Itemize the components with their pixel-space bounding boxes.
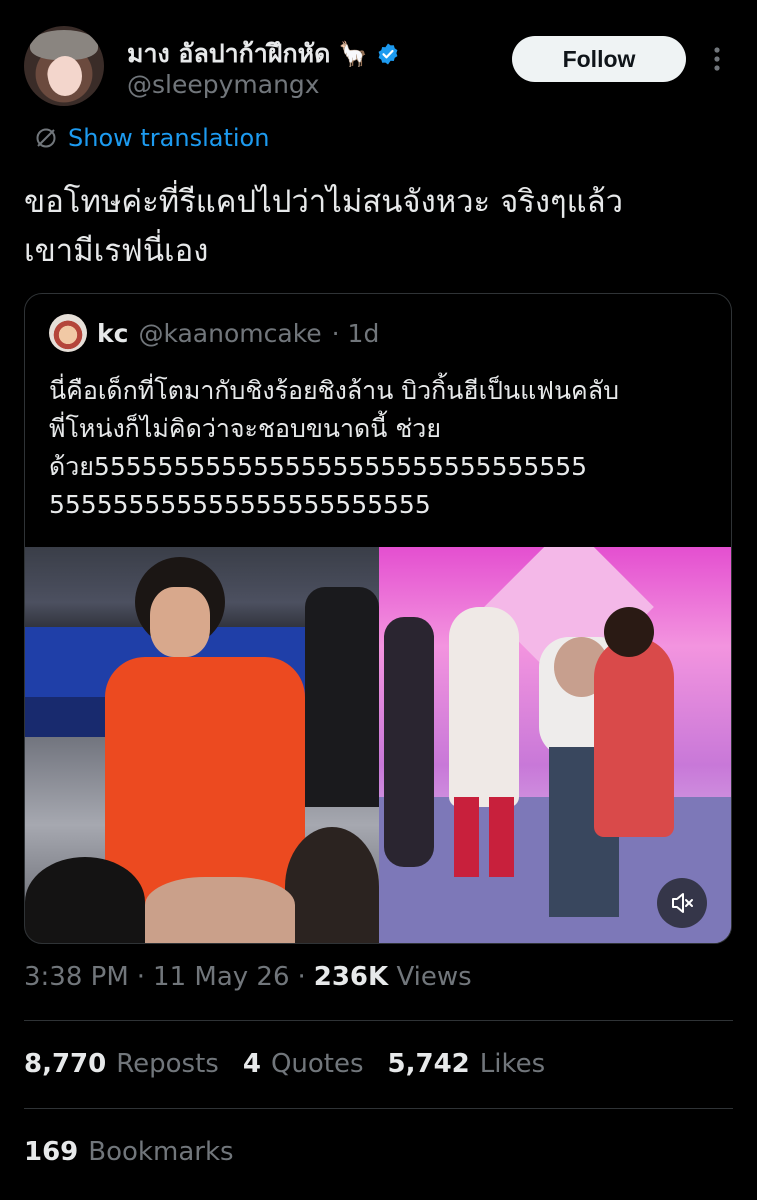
follow-button[interactable]: Follow xyxy=(512,36,686,82)
video-left-panel xyxy=(25,547,379,943)
author-display-name[interactable]: มาง อัลปาก้าฝึกหัด xyxy=(127,34,330,74)
bookmarks-count: 169 xyxy=(24,1137,79,1167)
likes-count: 5,742 xyxy=(387,1049,470,1079)
author-avatar[interactable] xyxy=(24,26,104,106)
quoted-author-handle: @kaanomcake xyxy=(138,318,322,348)
show-translation-link[interactable]: Show translation xyxy=(34,124,269,152)
author-handle[interactable]: @sleepymangx xyxy=(127,70,320,99)
speaker-muted-icon xyxy=(672,893,693,913)
quoted-author-name: kc xyxy=(97,318,129,348)
divider xyxy=(24,1108,733,1109)
quoted-tweet-time: · 1d xyxy=(331,318,380,348)
reposts-stat[interactable]: 8,770 Reposts xyxy=(24,1049,219,1079)
quoted-author-avatar xyxy=(49,314,87,352)
tweet-meta: 3:38 PM · 11 May 26 · 236K Views xyxy=(24,962,472,992)
quoted-tweet-header: kc @kaanomcake · 1d xyxy=(49,314,379,352)
reposts-count: 8,770 xyxy=(24,1049,107,1079)
quoted-tweet-card[interactable]: kc @kaanomcake · 1d นี่คือเด็กที่โตมากับ… xyxy=(24,293,732,944)
quotes-stat[interactable]: 4 Quotes xyxy=(243,1049,364,1079)
tweet-time[interactable]: 3:38 PM xyxy=(24,962,129,992)
tweet-text: ขอโทษค่ะที่รีแคปไปว่าไม่สนจังหวะ จริงๆแล… xyxy=(24,184,624,269)
mute-toggle-button[interactable] xyxy=(657,878,707,928)
reposts-label: Reposts xyxy=(116,1049,219,1079)
engagement-stats: 8,770 Reposts 4 Quotes 5,742 Likes xyxy=(24,1049,545,1079)
meta-separator: · xyxy=(136,962,146,992)
translate-globe-icon xyxy=(36,128,56,148)
meta-separator: · xyxy=(297,962,306,992)
verified-badge-icon xyxy=(378,43,398,65)
more-options-icon[interactable] xyxy=(708,44,726,74)
author-name-row[interactable]: มาง อัลปาก้าฝึกหัด 🦙 xyxy=(127,34,400,74)
likes-label: Likes xyxy=(479,1049,546,1079)
bookmarks-stat[interactable]: 169 Bookmarks xyxy=(24,1137,234,1167)
llama-emoji-icon: 🦙 xyxy=(338,40,369,68)
quotes-count: 4 xyxy=(242,1049,261,1079)
views-label: Views xyxy=(396,962,472,992)
divider xyxy=(24,1020,733,1021)
bookmarks-label: Bookmarks xyxy=(88,1137,234,1167)
quoted-tweet-text: นี่คือเด็กที่โตมากับชิงร้อยชิงล้าน บิวกิ… xyxy=(49,376,619,519)
tweet-date[interactable]: 11 May 26 xyxy=(153,962,289,992)
quotes-label: Quotes xyxy=(270,1049,364,1079)
show-translation-label: Show translation xyxy=(68,124,270,152)
quoted-video[interactable] xyxy=(25,547,731,943)
views-count: 236K xyxy=(313,962,389,992)
likes-stat[interactable]: 5,742 Likes xyxy=(388,1049,546,1079)
avatar-face xyxy=(48,56,82,96)
